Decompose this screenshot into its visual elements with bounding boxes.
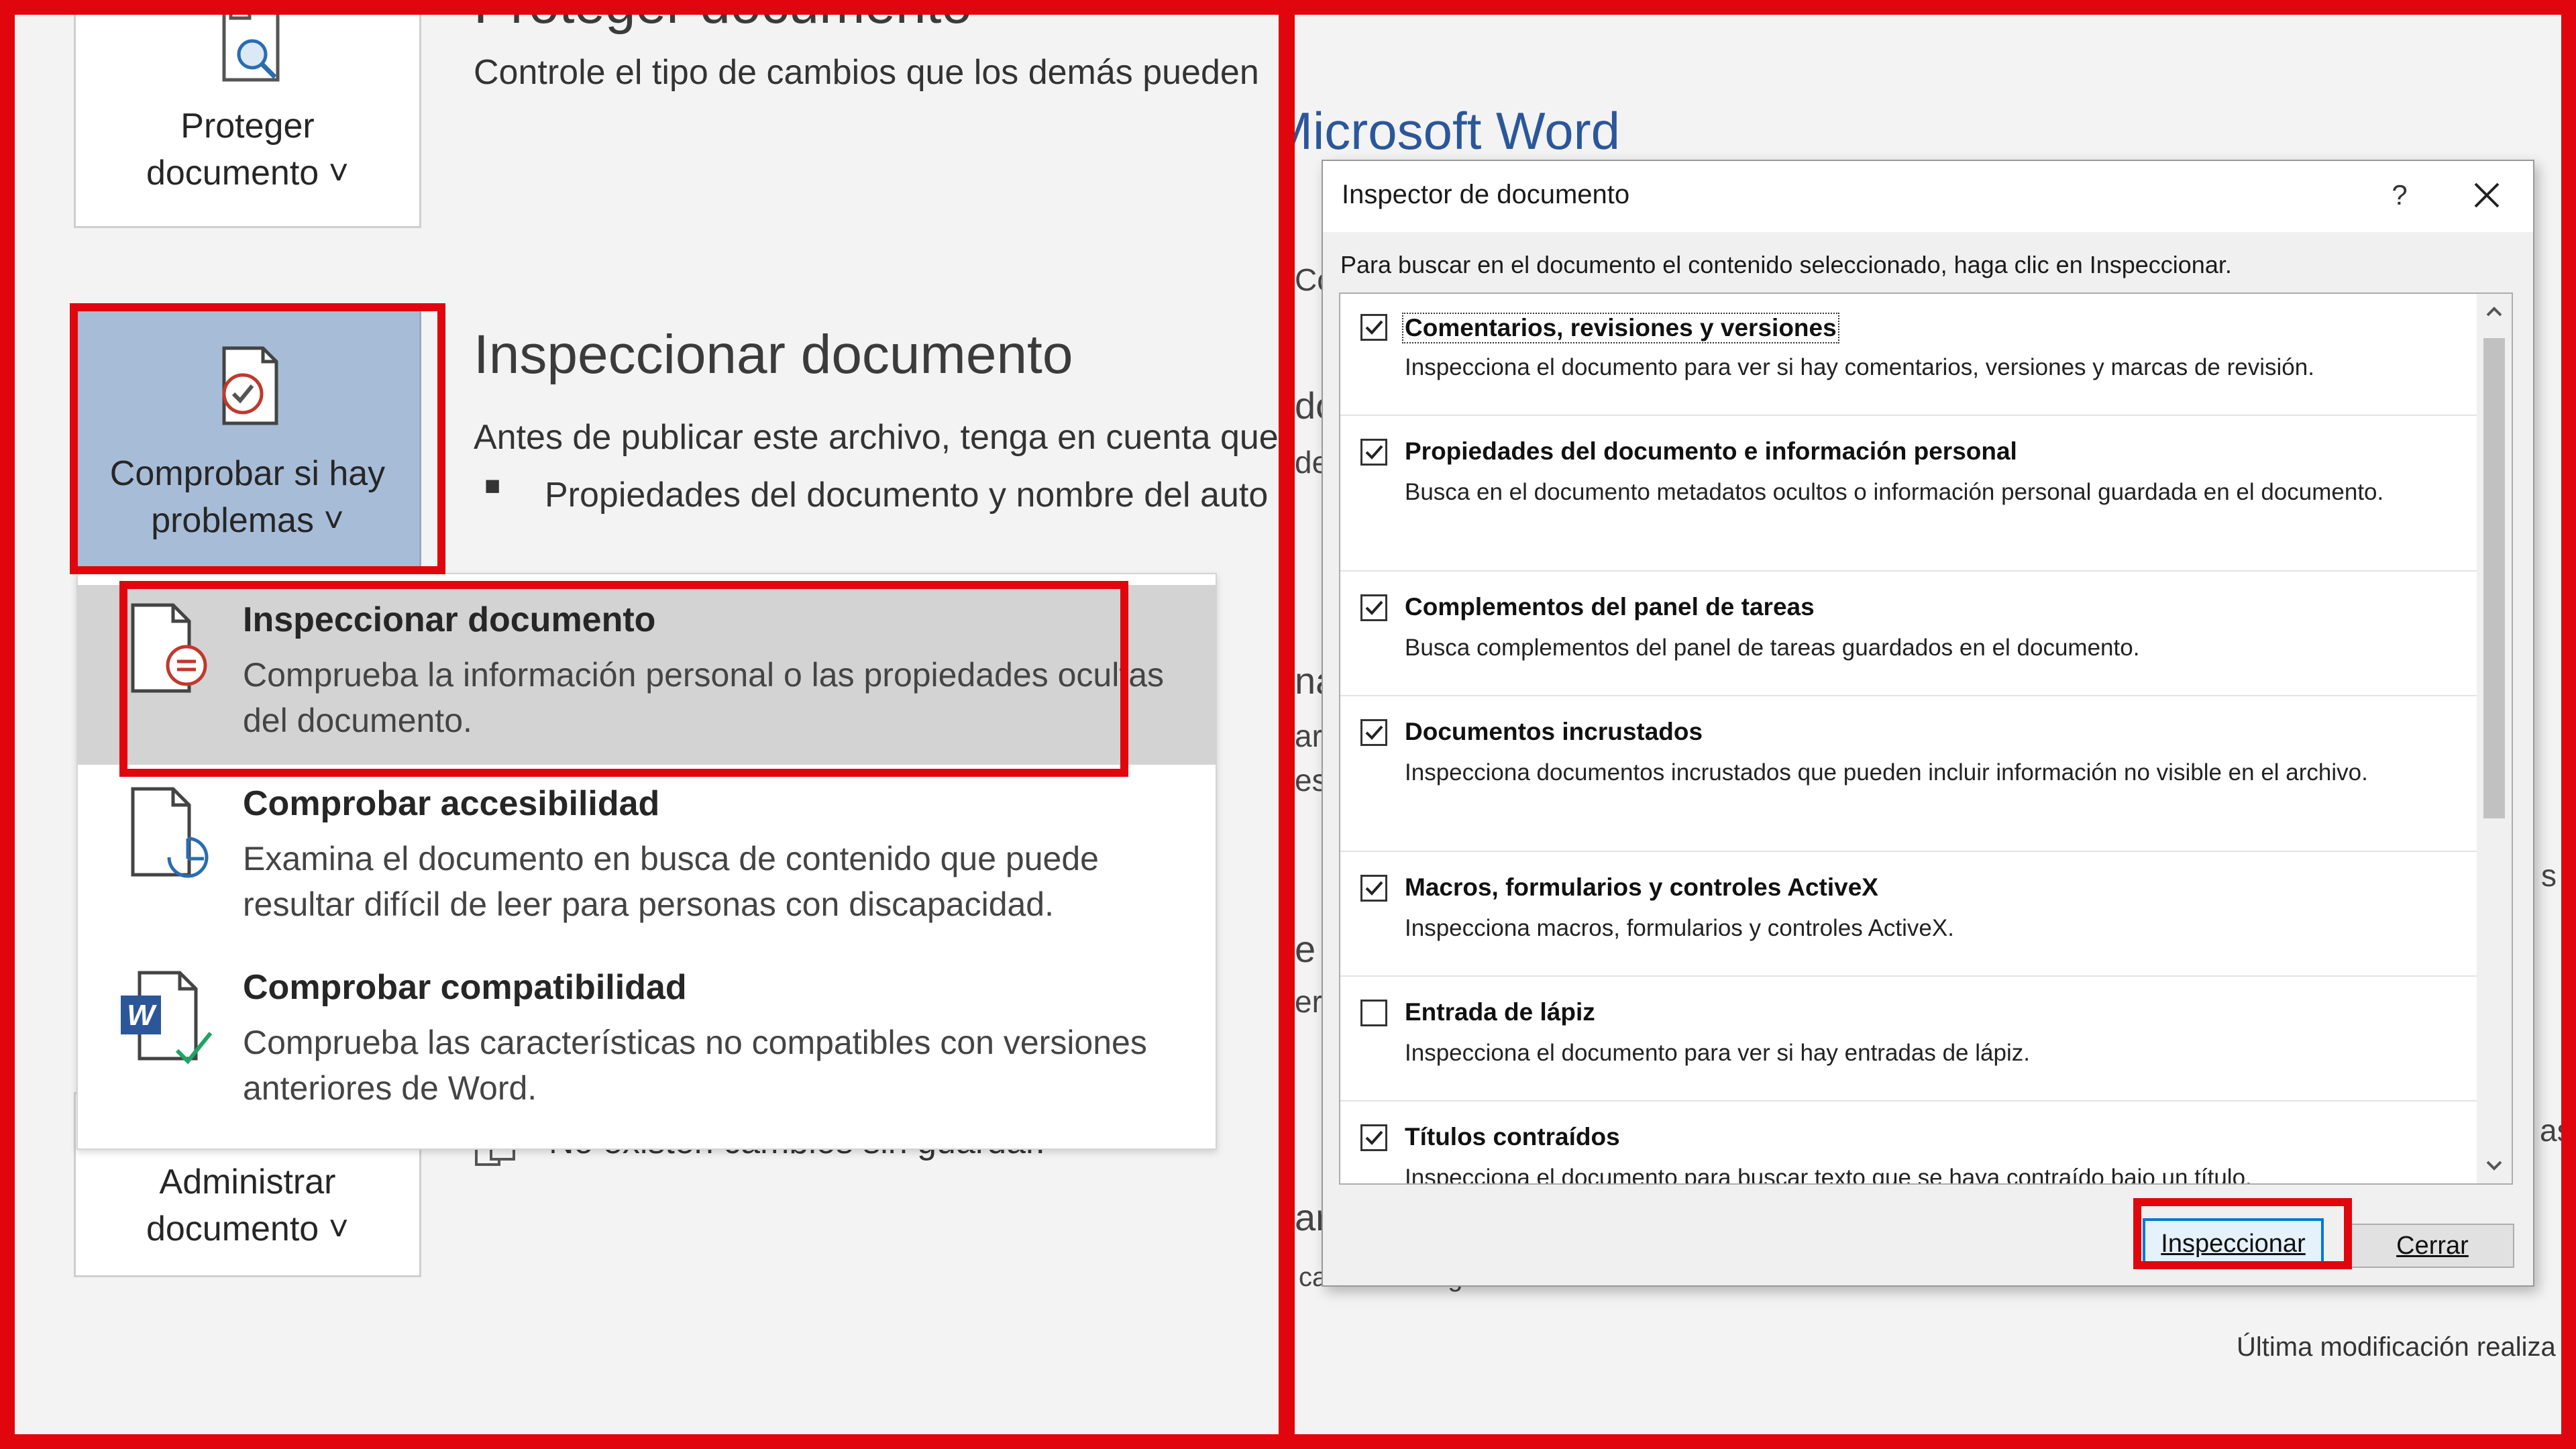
option-title: Títulos contraídos [1405,1123,1620,1150]
dialog-instructions: Para buscar en el documento el contenido… [1340,251,2232,278]
option-description: Inspecciona el documento para ver si hay… [1405,1040,2030,1066]
list-scrollbar[interactable] [2477,294,2512,1183]
protect-section-description: Controle el tipo de cambios que los demá… [474,53,1259,92]
screenshot-frame: Proteger documento ˅ Proteger documento … [0,0,2576,1449]
divider [1340,975,2481,977]
check-issues-label-2: problemas ˅ [151,501,344,540]
window-title: Microsoft Word [1295,101,1620,160]
menu-item-description: Examina el documento en busca de conteni… [243,840,1099,923]
menu-item-title: Comprobar accesibilidad [243,784,660,823]
menu-item-description: Comprueba la información personal o las … [243,656,1165,739]
inspect-section-description: Antes de publicar este archivo, tenga en… [474,418,1279,457]
divider [1340,570,2481,572]
protect-button-label-2: documento ˅ [146,154,350,193]
option-checkbox[interactable] [1360,439,1387,466]
dialog-titlebar: Inspector de documento ? [1323,161,2533,232]
close-button[interactable]: Cerrar [2351,1224,2514,1268]
divider [1340,1100,2481,1102]
menu-item-title: Inspeccionar documento [243,600,656,639]
check-document-icon [222,346,278,425]
option-checkbox[interactable] [1360,875,1387,902]
bullet-icon: ■ [484,471,501,500]
menu-item-inspect-document[interactable]: Inspeccionar documento Comprueba la info… [78,585,1216,765]
inspect-section-title: Inspeccionar documento [474,324,1073,385]
inspect-button-label: Inspeccionar [2161,1230,2306,1258]
option-task-pane-addins: Complementos del panel de tareas Busca c… [1340,574,2481,698]
close-button-label: Cerrar [2396,1232,2469,1260]
option-checkbox[interactable] [1360,1000,1387,1026]
check-issues-label-1: Comprobar si hay [109,454,386,493]
svg-text:W: W [127,999,157,1032]
option-macros-activex: Macros, formularios y controles ActiveX … [1340,855,2481,978]
word-window: Microsoft Word Co do de na ar es e ers a… [1295,15,2561,1434]
menu-item-check-accessibility[interactable]: Comprobar accesibilidad Examina el docum… [78,775,1216,955]
divider [1340,851,2481,852]
chevron-down-icon[interactable] [2477,1148,2512,1183]
option-title: Documentos incrustados [1405,718,1703,745]
option-description: Busca en el documento metadatos ocultos … [1405,479,2384,505]
option-document-properties: Propiedades del documento e información … [1340,419,2481,573]
peek-text: as [2540,1113,2561,1148]
word-compatibility-icon: W [121,971,213,1065]
peek-text: e [1295,928,1316,970]
option-title: Propiedades del documento e información … [1405,437,2017,465]
check-issues-menu: Inspeccionar documento Comprueba la info… [76,573,1217,1150]
protect-section-title: Proteger documento [474,15,972,36]
option-description: Inspecciona el documento para buscar tex… [1405,1165,2252,1185]
option-description: Inspecciona el documento para ver si hay… [1405,354,2314,380]
panel-divider [1279,0,1295,1449]
option-ink: Entrada de lápiz Inspecciona el document… [1340,979,2481,1103]
option-title: Complementos del panel de tareas [1405,593,1815,621]
option-collapsed-headings: Títulos contraídos Inspecciona el docume… [1340,1104,2481,1185]
last-modified-label: Última modificación realiza [2237,1332,2556,1362]
menu-item-check-compatibility[interactable]: W Comprobar compatibilidad Comprueba las… [78,959,1216,1139]
divider [1340,695,2481,696]
protect-document-button[interactable]: Proteger documento ˅ [74,15,421,228]
option-checkbox[interactable] [1360,314,1387,341]
divider [1340,415,2481,416]
backstage-info-panel: Proteger documento ˅ Proteger documento … [15,15,1279,1434]
option-title: Entrada de lápiz [1405,998,1595,1026]
manage-button-label-2: documento ˅ [146,1210,350,1248]
scrollbar-thumb[interactable] [2483,338,2505,818]
peek-text: s [2541,858,2557,893]
menu-item-title: Comprobar compatibilidad [243,968,687,1007]
inspect-section-bullet: Propiedades del documento y nombre del a… [545,476,1269,515]
option-checkbox[interactable] [1360,594,1387,621]
protect-button-label-1: Proteger [180,107,315,146]
close-icon[interactable] [2463,172,2510,219]
option-comments-revisions: Comentarios, revisiones y versiones Insp… [1340,294,2481,417]
menu-item-description: Comprueba las características no compati… [243,1024,1147,1107]
check-issues-button[interactable]: Comprobar si hay problemas ˅ [74,310,421,570]
option-title: Comentarios, revisiones y versiones [1402,313,1839,343]
inspect-button[interactable]: Inspeccionar [2143,1218,2324,1267]
option-embedded-documents: Documentos incrustados Inspecciona docum… [1340,699,2481,853]
option-description: Inspecciona documentos incrustados que p… [1405,759,2368,786]
option-title: Macros, formularios y controles ActiveX [1405,873,1878,901]
option-description: Busca complementos del panel de tareas g… [1405,635,2140,661]
document-inspector-dialog: Inspector de documento ? Para buscar en … [1322,160,2534,1287]
inspect-document-icon [131,603,207,693]
chevron-up-icon[interactable] [2477,294,2512,329]
protect-document-icon [222,15,280,82]
help-button[interactable]: ? [2376,172,2423,219]
option-checkbox[interactable] [1360,719,1387,746]
accessibility-icon [131,787,209,878]
manage-button-label-1: Administrar [159,1163,336,1201]
option-checkbox[interactable] [1360,1124,1387,1151]
dialog-title: Inspector de documento [1342,180,1630,209]
option-description: Inspecciona macros, formularios y contro… [1405,915,1954,941]
peek-text: ar [1295,718,1322,753]
inspection-options-list: Comentarios, revisiones y versiones Insp… [1339,292,2513,1185]
